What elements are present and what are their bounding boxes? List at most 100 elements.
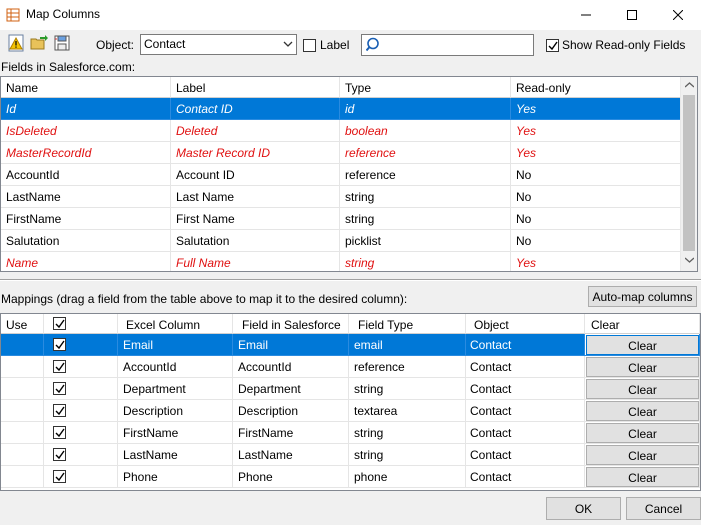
cell-readonly[interactable]: Yes [511,252,681,271]
table-row[interactable]: Phone Phone phone Contact Clear [1,466,700,488]
clear-button[interactable]: Clear [586,379,699,399]
table-row[interactable]: Department Department string Contact Clear [1,378,700,400]
cell-field-type[interactable]: textarea [349,400,466,422]
column-header-object[interactable]: Object [466,314,585,334]
cell-name[interactable]: Salutation [1,230,171,252]
cell-row-header[interactable] [1,422,44,444]
clear-button[interactable]: Clear [586,467,699,487]
cell-label[interactable]: Full Name [171,252,340,271]
cell-name[interactable]: LastName [1,186,171,208]
close-button[interactable] [655,0,701,30]
scrollbar-thumb[interactable] [683,95,695,251]
cell-label[interactable]: Salutation [171,230,340,252]
column-header-excel-column[interactable]: Excel Column [118,314,233,334]
table-row[interactable]: AccountId AccountId reference Contact Clear [1,356,700,378]
cell-label[interactable]: Contact ID [171,98,340,120]
cell-excel-column[interactable]: AccountId [118,356,233,378]
cell-field-type[interactable]: string [349,422,466,444]
table-row[interactable]: Salutation Salutation picklist No [1,230,681,252]
save-disk-icon[interactable] [53,34,71,52]
cell-readonly[interactable]: Yes [511,142,681,164]
cell-excel-column[interactable]: LastName [118,444,233,466]
cell-type[interactable]: string [340,186,511,208]
cell-object[interactable]: Contact [466,444,585,466]
cell-field-in-salesforce[interactable]: Department [233,378,349,400]
cell-name[interactable]: IsDeleted [1,120,171,142]
use-checkbox[interactable] [53,404,66,417]
auto-map-button[interactable]: Auto-map columns [588,286,697,307]
cell-readonly[interactable]: No [511,208,681,230]
cell-type[interactable]: id [340,98,511,120]
table-row[interactable]: Name Full Name string Yes [1,252,681,271]
cell-name[interactable]: FirstName [1,208,171,230]
clear-button[interactable]: Clear [586,335,699,355]
show-readonly-checkbox[interactable] [546,39,559,52]
cell-label[interactable]: Master Record ID [171,142,340,164]
cell-row-header[interactable] [1,356,44,378]
cell-row-header[interactable] [1,444,44,466]
cell-excel-column[interactable]: Phone [118,466,233,488]
column-header-clear[interactable]: Clear [585,314,700,334]
column-header-label[interactable]: Label [171,77,340,98]
column-header-use[interactable]: Use [1,314,44,334]
fields-scrollbar[interactable] [680,77,697,271]
table-row[interactable]: Description Description textarea Contact Cle… [1,400,700,422]
use-checkbox[interactable] [53,448,66,461]
cell-excel-column[interactable]: FirstName [118,422,233,444]
object-select[interactable]: Contact [140,34,297,55]
ok-button[interactable]: OK [546,497,621,520]
cell-readonly[interactable]: Yes [511,98,681,120]
fields-table[interactable]: Name Label Type Read-only Id Contact ID id… [0,76,698,272]
cell-object[interactable]: Contact [466,400,585,422]
cell-field-in-salesforce[interactable]: AccountId [233,356,349,378]
table-row[interactable]: LastName LastName string Contact Clear [1,444,700,466]
cell-row-header[interactable] [1,400,44,422]
cell-object[interactable]: Contact [466,466,585,488]
clear-button[interactable]: Clear [586,357,699,377]
cell-row-header[interactable] [1,334,44,356]
cell-field-type[interactable]: email [349,334,466,356]
cell-field-type[interactable]: string [349,378,466,400]
clear-button[interactable]: Clear [586,401,699,421]
table-row[interactable]: MasterRecordId Master Record ID reference Y… [1,142,681,164]
cell-label[interactable]: Deleted [171,120,340,142]
column-header-field-type[interactable]: Field Type [349,314,466,334]
table-row[interactable]: Id Contact ID id Yes [1,98,681,120]
table-row[interactable]: FirstName FirstName string Contact Clear [1,422,700,444]
column-header-readonly[interactable]: Read-only [511,77,681,98]
open-folder-icon[interactable] [30,34,48,52]
cell-readonly[interactable]: No [511,186,681,208]
cancel-button[interactable]: Cancel [626,497,701,520]
cell-readonly[interactable]: No [511,164,681,186]
cell-field-in-salesforce[interactable]: FirstName [233,422,349,444]
use-checkbox[interactable] [53,470,66,483]
cell-object[interactable]: Contact [466,356,585,378]
column-header-field-in-salesforce[interactable]: Field in Salesforce [233,314,349,334]
maximize-button[interactable] [609,0,655,30]
cell-label[interactable]: Last Name [171,186,340,208]
cell-field-in-salesforce[interactable]: LastName [233,444,349,466]
cell-readonly[interactable]: Yes [511,120,681,142]
clear-button[interactable]: Clear [586,423,699,443]
cell-type[interactable]: string [340,208,511,230]
cell-readonly[interactable]: No [511,230,681,252]
cell-field-in-salesforce[interactable]: Email [233,334,349,356]
mappings-table[interactable]: Use Excel Column Field in Salesforce Fie… [0,313,701,491]
table-row[interactable]: IsDeleted Deleted boolean Yes [1,120,681,142]
scroll-up-icon[interactable] [685,82,694,88]
cell-type[interactable]: picklist [340,230,511,252]
cell-object[interactable]: Contact [466,334,585,356]
cell-label[interactable]: First Name [171,208,340,230]
cell-field-in-salesforce[interactable]: Description [233,400,349,422]
cell-excel-column[interactable]: Department [118,378,233,400]
cell-object[interactable]: Contact [466,378,585,400]
clear-button[interactable]: Clear [586,445,699,465]
use-checkbox[interactable] [53,360,66,373]
cell-type[interactable]: boolean [340,120,511,142]
cell-field-type[interactable]: phone [349,466,466,488]
splitter[interactable] [0,279,701,281]
minimize-button[interactable] [563,0,609,30]
cell-object[interactable]: Contact [466,422,585,444]
table-row[interactable]: Email Email email Contact Clear [1,334,700,356]
use-checkbox[interactable] [53,338,66,351]
